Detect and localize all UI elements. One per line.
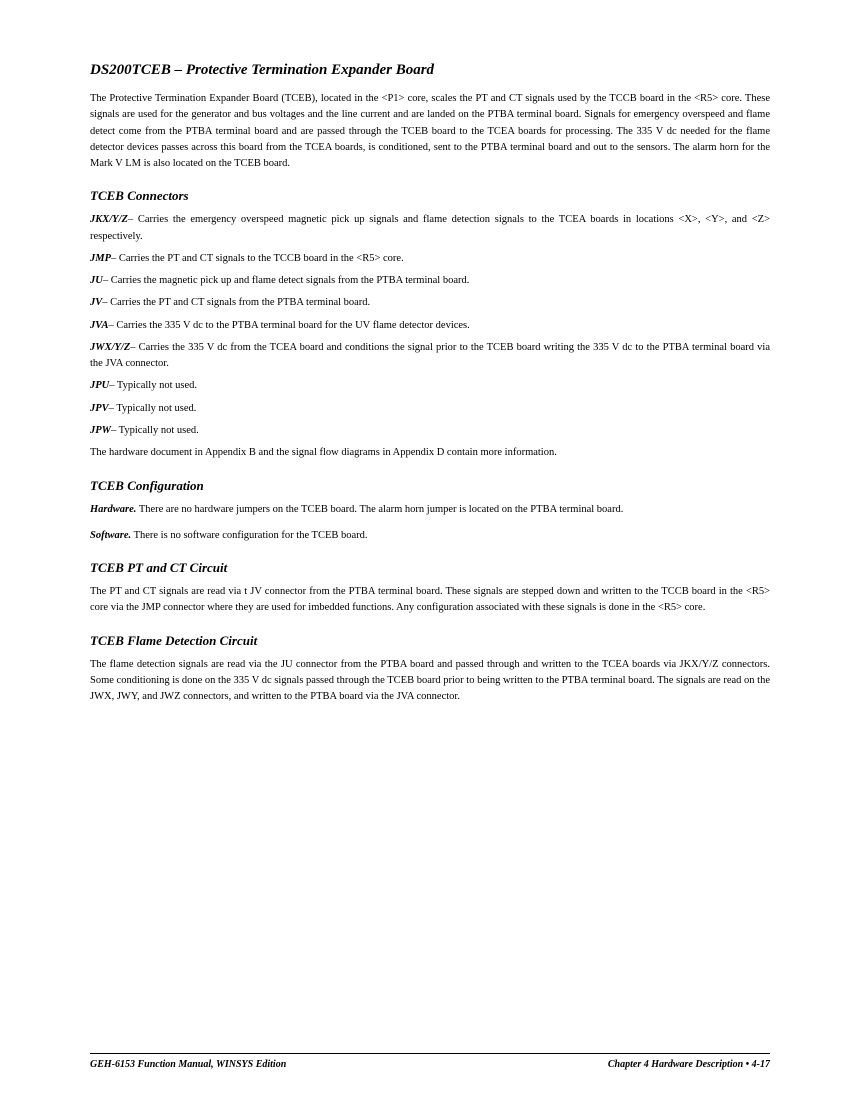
connector-entry: JPW– Typically not used.: [90, 423, 770, 439]
connector-entry: JU– Carries the magnetic pick up and fla…: [90, 273, 770, 289]
connector-entry: JKX/Y/Z– Carries the emergency overspeed…: [90, 212, 770, 245]
connectors-appendix: The hardware document in Appendix B and …: [90, 445, 770, 461]
page: DS200TCEB – Protective Termination Expan…: [0, 0, 850, 1100]
hardware-text: There are no hardware jumpers on the TCE…: [139, 504, 624, 515]
ptct-paragraph: The PT and CT signals are read via t JV …: [90, 584, 770, 617]
connectors-list: JKX/Y/Z– Carries the emergency overspeed…: [90, 212, 770, 439]
connectors-section-title: TCEB Connectors: [90, 188, 770, 204]
hardware-label: Hardware.: [90, 504, 136, 515]
footer-left: GEH-6153 Function Manual, WINSYS Edition: [90, 1059, 286, 1070]
footer-right: Chapter 4 Hardware Description • 4-17: [608, 1059, 770, 1070]
connector-entry: JV– Carries the PT and CT signals from t…: [90, 295, 770, 311]
flame-paragraph: The flame detection signals are read via…: [90, 657, 770, 706]
footer: GEH-6153 Function Manual, WINSYS Edition…: [90, 1053, 770, 1070]
ptct-section-title: TCEB PT and CT Circuit: [90, 560, 770, 576]
configuration-section-title: TCEB Configuration: [90, 478, 770, 494]
configuration-software: Software. There is no software configura…: [90, 528, 770, 544]
connector-entry: JPV– Typically not used.: [90, 401, 770, 417]
connector-entry: JMP– Carries the PT and CT signals to th…: [90, 251, 770, 267]
main-title: DS200TCEB – Protective Termination Expan…: [90, 60, 770, 81]
software-label: Software.: [90, 530, 131, 541]
configuration-hardware: Hardware. There are no hardware jumpers …: [90, 502, 770, 518]
flame-section-title: TCEB Flame Detection Circuit: [90, 633, 770, 649]
connector-entry: JWX/Y/Z– Carries the 335 V dc from the T…: [90, 340, 770, 373]
software-text: There is no software configuration for t…: [134, 530, 368, 541]
intro-paragraph: The Protective Termination Expander Boar…: [90, 91, 770, 172]
connector-entry: JVA– Carries the 335 V dc to the PTBA te…: [90, 318, 770, 334]
connector-entry: JPU– Typically not used.: [90, 378, 770, 394]
